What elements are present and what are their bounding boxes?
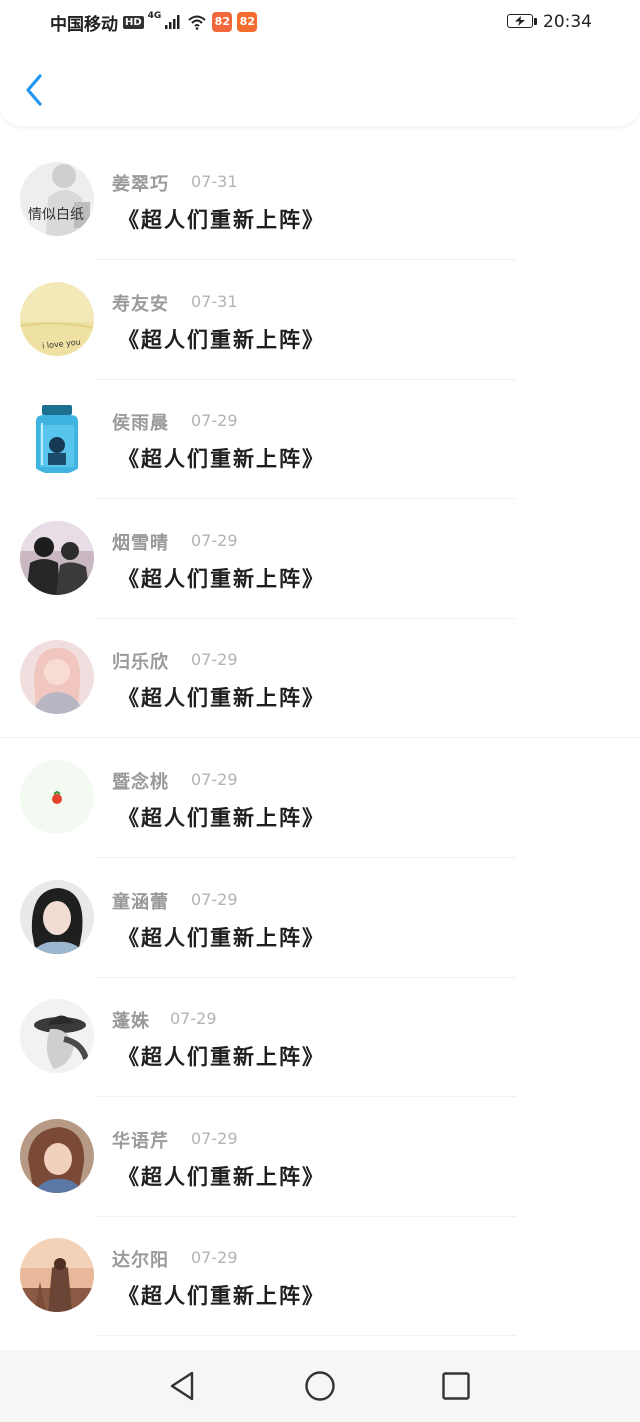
avatar-photo-icon (20, 880, 94, 954)
square-recents-icon (442, 1372, 470, 1400)
avatar[interactable]: 情似白纸 (20, 162, 94, 236)
app-notification-label: 82 (239, 15, 255, 28)
avatar-photo-icon (20, 1119, 94, 1193)
comment-list: 情似白纸 姜翠巧 07-31 《超人们重新上阵》 i love you 寿友安 … (0, 126, 640, 1350)
network-badge: 4G (147, 11, 162, 21)
comment-date: 07-29 (170, 1009, 217, 1028)
avatar[interactable] (20, 1119, 94, 1193)
comment-title[interactable]: 《超人们重新上阵》 (118, 1161, 325, 1191)
comment-author: 蓬姝 (112, 1011, 150, 1032)
chevron-left-icon (26, 74, 42, 106)
list-item[interactable]: 暨念桃 07-29 《超人们重新上阵》 (0, 724, 640, 858)
triangle-back-icon (170, 1371, 194, 1401)
comment-author: 暨念桃 (112, 772, 169, 793)
avatar-photo-icon (20, 1238, 94, 1312)
comment-author: 烟雪晴 (112, 533, 169, 554)
comment-author: 华语芹 (112, 1131, 169, 1152)
comment-author: 童涵蕾 (112, 892, 169, 913)
comment-author: 侯雨晨 (112, 413, 169, 434)
list-item[interactable]: 达尔阳 07-29 《超人们重新上阵》 (0, 1202, 640, 1336)
comment-date: 07-31 (191, 172, 238, 191)
system-recents-button[interactable] (438, 1368, 474, 1404)
app-notification-icon: 82 (212, 12, 233, 32)
system-back-button[interactable] (164, 1368, 200, 1404)
comment-author: 归乐欣 (112, 652, 169, 673)
app-notification-icon: 82 (237, 12, 258, 32)
list-item[interactable]: 归乐欣 07-29 《超人们重新上阵》 (0, 604, 640, 738)
comment-date: 07-29 (191, 531, 238, 550)
list-item[interactable]: 蓬姝 07-29 《超人们重新上阵》 (0, 963, 640, 1097)
divider (96, 1335, 516, 1336)
comment-author: 姜翠巧 (112, 174, 169, 195)
avatar-caption: 情似白纸 (28, 207, 84, 223)
avatar-photo-icon (20, 521, 94, 595)
system-nav-bar (0, 1350, 640, 1422)
avatar-photo-icon (20, 999, 94, 1073)
list-item[interactable]: 烟雪晴 07-29 《超人们重新上阵》 (0, 485, 640, 619)
comment-title[interactable]: 《超人们重新上阵》 (118, 922, 325, 952)
avatar[interactable] (20, 521, 94, 595)
avatar-photo-icon (20, 640, 94, 714)
avatar-bottle-icon (20, 401, 94, 475)
list-item[interactable]: 童涵蕾 07-29 《超人们重新上阵》 (0, 844, 640, 978)
comment-date: 07-29 (191, 650, 238, 669)
comment-date: 07-29 (191, 890, 238, 909)
signal-icon (165, 15, 180, 29)
status-left: 中国移动 HD 4G 82 82 (50, 10, 258, 35)
avatar[interactable] (20, 640, 94, 714)
comment-date: 07-29 (191, 1129, 238, 1148)
list-item[interactable]: i love you 寿友安 07-31 《超人们重新上阵》 (0, 246, 640, 380)
list-item[interactable]: 华语芹 07-29 《超人们重新上阵》 (0, 1083, 640, 1217)
back-button[interactable] (18, 70, 52, 110)
avatar[interactable] (20, 760, 94, 834)
comment-title[interactable]: 《超人们重新上阵》 (118, 1280, 325, 1310)
avatar[interactable]: i love you (20, 282, 94, 356)
comment-title[interactable]: 《超人们重新上阵》 (118, 204, 325, 234)
avatar[interactable] (20, 1238, 94, 1312)
comment-title[interactable]: 《超人们重新上阵》 (118, 1041, 325, 1071)
circle-home-icon (305, 1371, 335, 1401)
battery-charging-icon (507, 14, 537, 30)
avatar[interactable] (20, 880, 94, 954)
list-item[interactable]: 侯雨晨 07-29 《超人们重新上阵》 (0, 365, 640, 499)
comment-title[interactable]: 《超人们重新上阵》 (118, 443, 325, 473)
avatar-photo-icon: i love you (20, 282, 94, 356)
nav-bar (0, 44, 640, 126)
clock: 20:34 (543, 12, 592, 32)
comment-title[interactable]: 《超人们重新上阵》 (118, 802, 325, 832)
comment-title[interactable]: 《超人们重新上阵》 (118, 682, 325, 712)
comment-author: 寿友安 (112, 294, 169, 315)
comment-date: 07-29 (191, 1248, 238, 1267)
app-notification-label: 82 (214, 15, 230, 28)
comment-title[interactable]: 《超人们重新上阵》 (118, 324, 325, 354)
avatar-photo-icon: 情似白纸 (20, 162, 94, 236)
system-home-button[interactable] (302, 1368, 338, 1404)
wifi-icon (188, 15, 206, 30)
comment-date: 07-31 (191, 292, 238, 311)
comment-date: 07-29 (191, 411, 238, 430)
status-bar: 中国移动 HD 4G 82 82 20:34 (0, 0, 640, 44)
comment-title[interactable]: 《超人们重新上阵》 (118, 563, 325, 593)
hd-badge: HD (123, 15, 144, 29)
avatar[interactable] (20, 999, 94, 1073)
comment-date: 07-29 (191, 770, 238, 789)
carrier-label: 中国移动 (50, 14, 118, 35)
list-item[interactable]: 情似白纸 姜翠巧 07-31 《超人们重新上阵》 (0, 126, 640, 260)
avatar[interactable] (20, 401, 94, 475)
status-right: 20:34 (507, 10, 592, 34)
avatar-tomato-icon (20, 760, 94, 834)
comment-author: 达尔阳 (112, 1250, 169, 1271)
